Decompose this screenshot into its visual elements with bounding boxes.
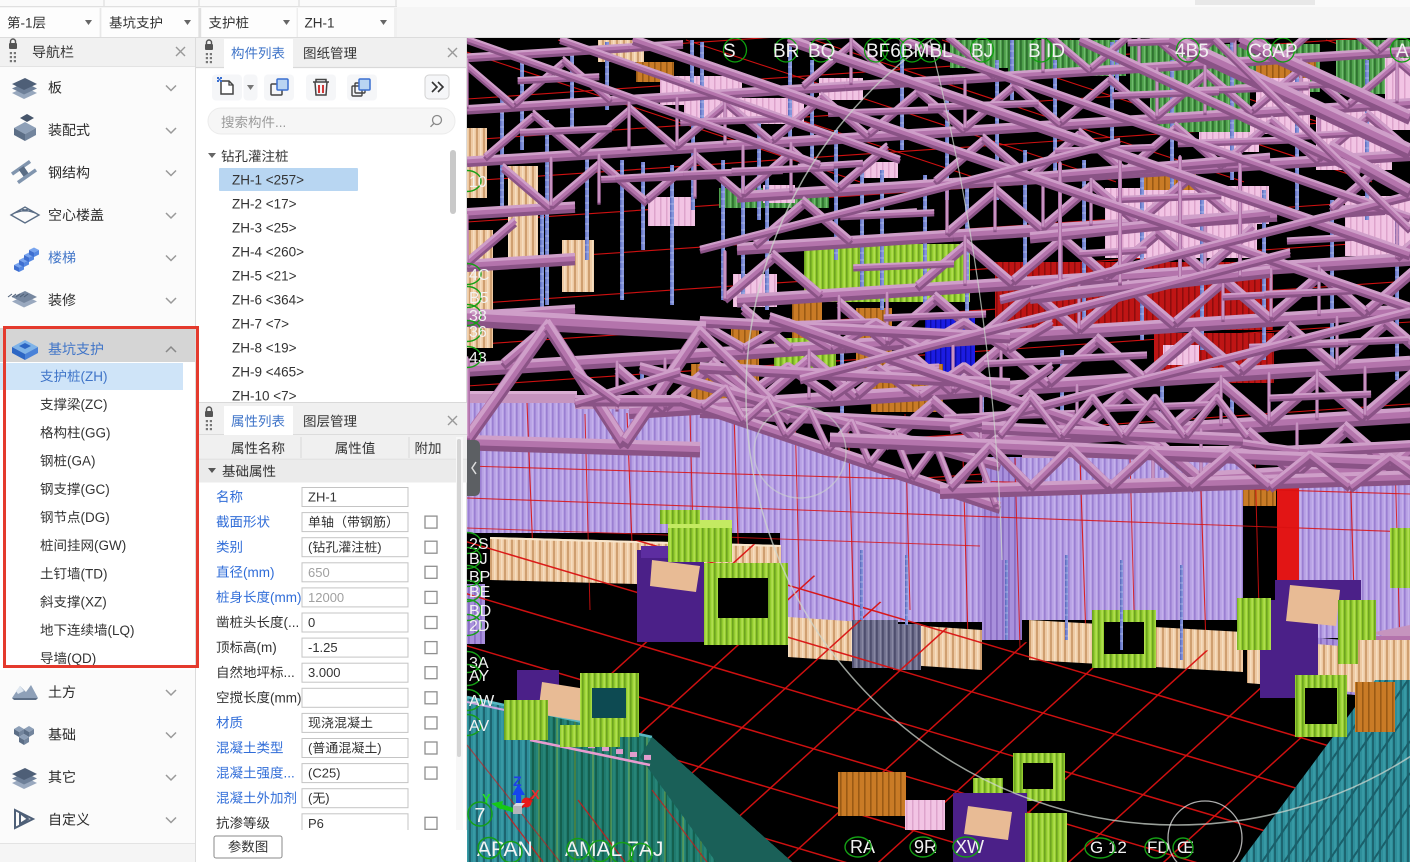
svg-text:AN: AN — [1396, 41, 1410, 62]
svg-text:10: 10 — [469, 174, 487, 191]
svg-text:ZH-5 <21>: ZH-5 <21> — [232, 269, 297, 284]
svg-text:(LQ): (LQ) — [108, 623, 135, 638]
svg-text:FD: FD — [1147, 838, 1170, 857]
svg-text:S: S — [723, 41, 736, 62]
svg-text:(GA): (GA) — [67, 454, 96, 469]
svg-text:(mm): (mm) — [270, 690, 301, 705]
svg-text:ZH-1: ZH-1 — [308, 490, 337, 505]
svg-text:AV: AV — [469, 718, 489, 735]
svg-text:ZH-4 <260>: ZH-4 <260> — [232, 245, 304, 260]
svg-text:2D: 2D — [469, 618, 489, 635]
svg-text:C8AP: C8AP — [1248, 41, 1298, 62]
svg-text:ZH-8 <19>: ZH-8 <19> — [232, 341, 297, 356]
svg-text:(mm): (mm) — [270, 590, 301, 605]
svg-text:(: ( — [308, 540, 313, 555]
svg-text:-1: -1 — [21, 16, 33, 31]
svg-text:38: 38 — [469, 308, 487, 325]
svg-text:(DG): (DG) — [81, 510, 110, 525]
svg-text:7: 7 — [474, 805, 485, 827]
svg-text:AW: AW — [469, 693, 495, 710]
svg-text:G 12: G 12 — [1090, 838, 1127, 857]
svg-text:(m): (m) — [257, 640, 277, 655]
svg-text:36: 36 — [469, 324, 487, 341]
svg-text:(QD): (QD) — [67, 651, 96, 666]
svg-text:AY: AY — [469, 668, 489, 685]
svg-text:(TD): (TD) — [81, 566, 108, 581]
svg-text:(GC): (GC) — [81, 482, 110, 497]
svg-text:650: 650 — [308, 565, 330, 580]
svg-text:ZH-1 <257>: ZH-1 <257> — [232, 173, 304, 188]
svg-text:...: ... — [284, 766, 295, 781]
svg-text:ZH-2 <17>: ZH-2 <17> — [232, 197, 297, 212]
svg-text:-1.25: -1.25 — [308, 640, 338, 655]
svg-text:0: 0 — [308, 615, 315, 630]
svg-text:(GW): (GW) — [94, 538, 126, 553]
svg-text:ZH-10 <7>: ZH-10 <7> — [232, 389, 297, 404]
svg-text:(GG): (GG) — [81, 425, 111, 440]
svg-text:ZH-7 <7>: ZH-7 <7> — [232, 317, 289, 332]
svg-text:P6: P6 — [308, 816, 324, 831]
svg-text:X: X — [531, 787, 540, 802]
svg-text:(ZC): (ZC) — [81, 397, 108, 412]
svg-text:ZH-1: ZH-1 — [305, 16, 335, 31]
svg-text:BQ: BQ — [808, 41, 835, 62]
svg-text:BF6BMBL: BF6BMBL — [866, 41, 953, 62]
svg-text:4B5: 4B5 — [1175, 41, 1209, 62]
svg-text:12000: 12000 — [308, 590, 344, 605]
svg-text:4C: 4C — [469, 267, 489, 284]
svg-text:9R: 9R — [914, 837, 937, 857]
svg-text:(: ( — [308, 791, 313, 806]
svg-text:BE: BE — [469, 584, 490, 601]
svg-text:(: ( — [308, 741, 313, 756]
svg-text:B ID: B ID — [1028, 41, 1065, 62]
svg-text:(ZH): (ZH) — [81, 369, 108, 384]
svg-text:(XZ): (XZ) — [81, 595, 107, 610]
svg-text:AMAL 7AJ: AMAL 7AJ — [565, 838, 663, 861]
svg-text:43: 43 — [469, 350, 487, 367]
svg-text:BR: BR — [773, 41, 799, 62]
svg-text:): ) — [377, 540, 381, 555]
svg-text:): ) — [325, 791, 329, 806]
svg-text:ZH-3 <25>: ZH-3 <25> — [232, 221, 297, 236]
svg-text:): ) — [377, 741, 381, 756]
svg-text:3.000: 3.000 — [308, 665, 341, 680]
svg-text:ZH-6 <364>: ZH-6 <364> — [232, 293, 304, 308]
svg-text:ZH-9 <465>: ZH-9 <465> — [232, 365, 304, 380]
svg-text:(...: (... — [284, 615, 300, 630]
svg-text:Z: Z — [513, 773, 522, 789]
svg-text:(mm): (mm) — [243, 565, 274, 580]
svg-text:...: ... — [275, 115, 286, 130]
svg-text:(C25): (C25) — [308, 766, 341, 781]
svg-text:BJ: BJ — [971, 41, 993, 62]
svg-text:...: ... — [284, 665, 295, 680]
